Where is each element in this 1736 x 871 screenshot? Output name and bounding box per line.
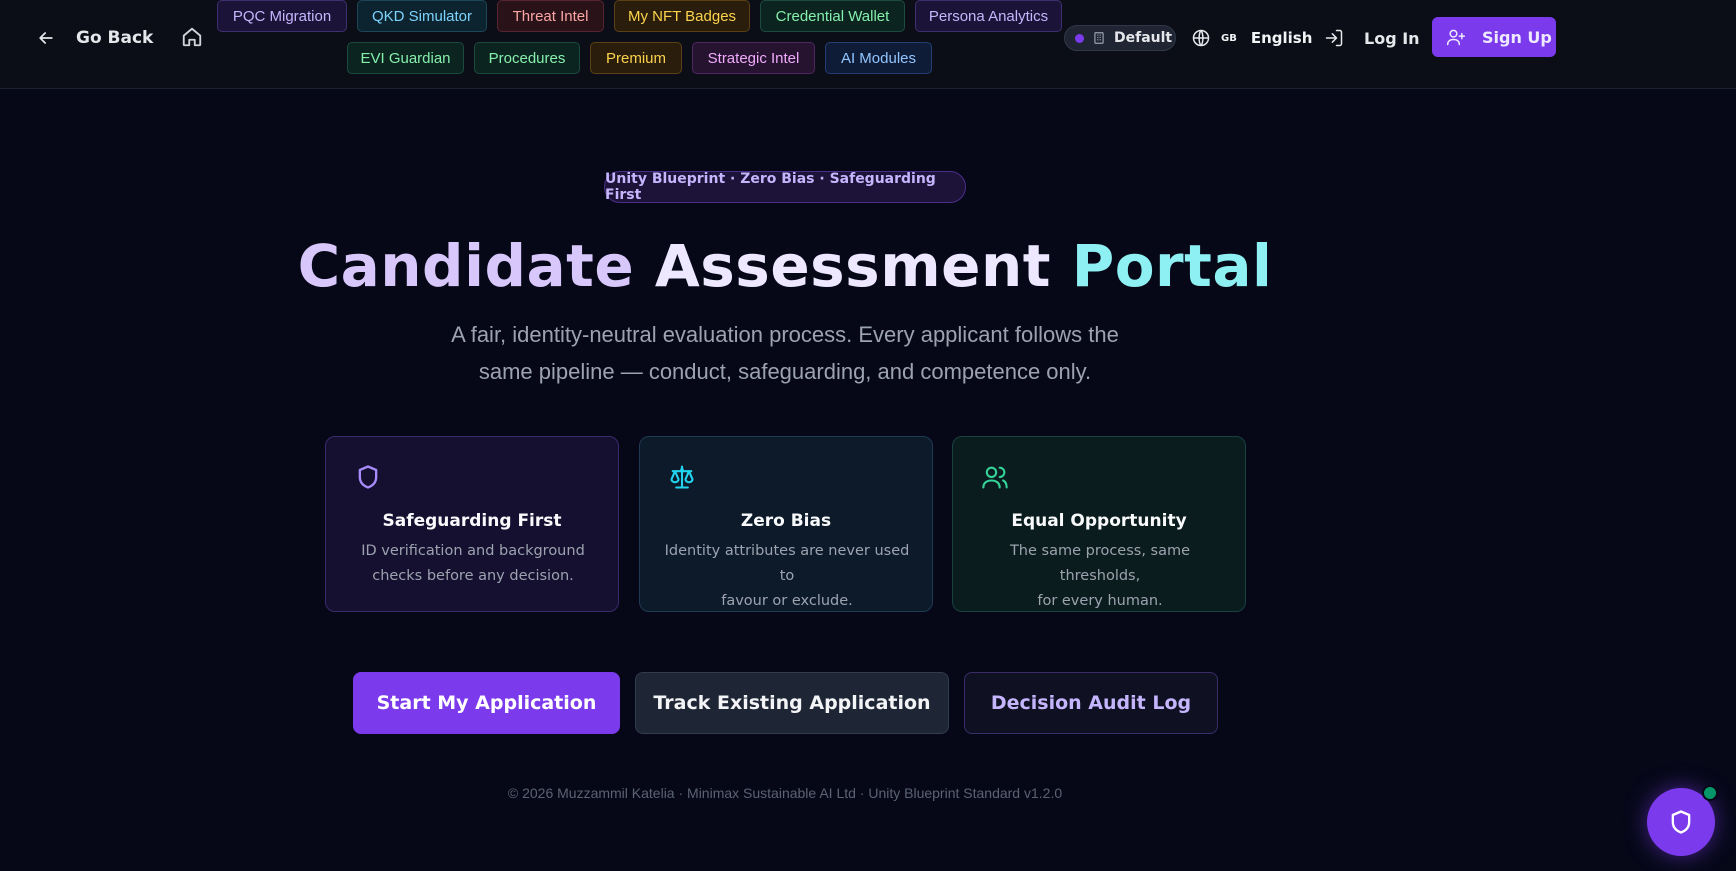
nav-pill-qkd-simulator[interactable]: QKD Simulator <box>357 0 487 32</box>
subtitle-line-1: A fair, identity-neutral evaluation proc… <box>451 322 1119 347</box>
theme-color-dot <box>1075 33 1084 43</box>
card-desc-line: Identity attributes are never used to <box>664 543 910 584</box>
nav-pill-evi-guardian[interactable]: EVI Guardian <box>347 42 464 74</box>
nav-pill-ai-modules[interactable]: AI Modules <box>825 42 932 74</box>
card-description: ID verification and background checks be… <box>346 539 600 589</box>
signup-button[interactable]: Sign Up <box>1432 17 1556 57</box>
scale-icon <box>670 465 694 489</box>
home-icon[interactable] <box>181 26 203 48</box>
top-navbar: Go Back PQC Migration QKD Simulator Thre… <box>0 0 1736 89</box>
nav-pill-premium[interactable]: Premium <box>590 42 682 74</box>
nav-pill-pqc-migration[interactable]: PQC Migration <box>217 0 347 32</box>
title-word-3: Portal <box>1071 232 1273 300</box>
language-code: GB <box>1221 32 1237 44</box>
language-selector[interactable]: GB English <box>1191 25 1312 51</box>
login-icon <box>1325 29 1343 47</box>
user-plus-icon <box>1446 29 1466 46</box>
page-title: Candidate Assessment Portal <box>0 232 1570 300</box>
login-button[interactable]: Log In <box>1324 25 1420 51</box>
signup-label: Sign Up <box>1482 27 1552 47</box>
subtitle-line-2: same pipeline — conduct, safeguarding, a… <box>478 359 1092 384</box>
shield-icon <box>358 465 378 489</box>
card-desc-line: ID verification and background <box>361 543 585 559</box>
theme-selector[interactable]: Default <box>1064 25 1176 51</box>
track-application-button[interactable]: Track Existing Application <box>635 672 949 734</box>
start-application-button[interactable]: Start My Application <box>353 672 620 734</box>
nav-pill-threat-intel[interactable]: Threat Intel <box>497 0 604 32</box>
decision-audit-log-button[interactable]: Decision Audit Log <box>964 672 1218 734</box>
hero-subtitle: A fair, identity-neutral evaluation proc… <box>0 316 1570 390</box>
globe-icon <box>1192 29 1210 47</box>
nav-pill-credential-wallet[interactable]: Credential Wallet <box>760 0 905 32</box>
footer-copyright: © 2026 Muzzammil Katelia · Minimax Susta… <box>507 785 1063 801</box>
card-description: Identity attributes are never used to fa… <box>660 539 914 614</box>
online-status-dot <box>1702 785 1718 801</box>
nav-pill-procedures[interactable]: Procedures <box>474 42 580 74</box>
go-back-button[interactable]: Go Back <box>36 24 153 52</box>
nav-pill-strategic-intel[interactable]: Strategic Intel <box>692 42 815 74</box>
theme-label: Default <box>1114 30 1173 46</box>
feature-card-zero-bias: Zero Bias Identity attributes are never … <box>639 436 933 612</box>
card-desc-line: for every human. <box>1037 593 1163 609</box>
go-back-label: Go Back <box>76 28 154 48</box>
title-word-2: Assessment <box>654 232 1051 300</box>
shield-icon <box>1671 810 1691 834</box>
feature-card-equal-opportunity: Equal Opportunity The same process, same… <box>952 436 1246 612</box>
card-title: Zero Bias <box>740 511 832 531</box>
nav-pill-nft-badges[interactable]: My NFT Badges <box>614 0 750 32</box>
title-word-1: Candidate <box>297 232 635 300</box>
card-title: Equal Opportunity <box>1011 511 1187 531</box>
building-icon <box>1094 32 1104 44</box>
login-label: Log In <box>1364 28 1420 48</box>
card-desc-line: favour or exclude. <box>721 593 853 609</box>
arrow-left-icon <box>39 32 53 44</box>
card-description: The same process, same thresholds, for e… <box>973 539 1227 614</box>
feature-card-safeguarding: Safeguarding First ID verification and b… <box>325 436 619 612</box>
card-desc-line: The same process, same thresholds, <box>1009 543 1191 584</box>
nav-pill-persona-analytics[interactable]: Persona Analytics <box>915 0 1062 32</box>
users-icon <box>982 466 1008 489</box>
card-title: Safeguarding First <box>382 511 562 531</box>
language-label: English <box>1250 29 1313 47</box>
hero-badge: Unity Blueprint · Zero Bias · Safeguardi… <box>604 171 966 203</box>
card-desc-line: checks before any decision. <box>372 568 574 584</box>
